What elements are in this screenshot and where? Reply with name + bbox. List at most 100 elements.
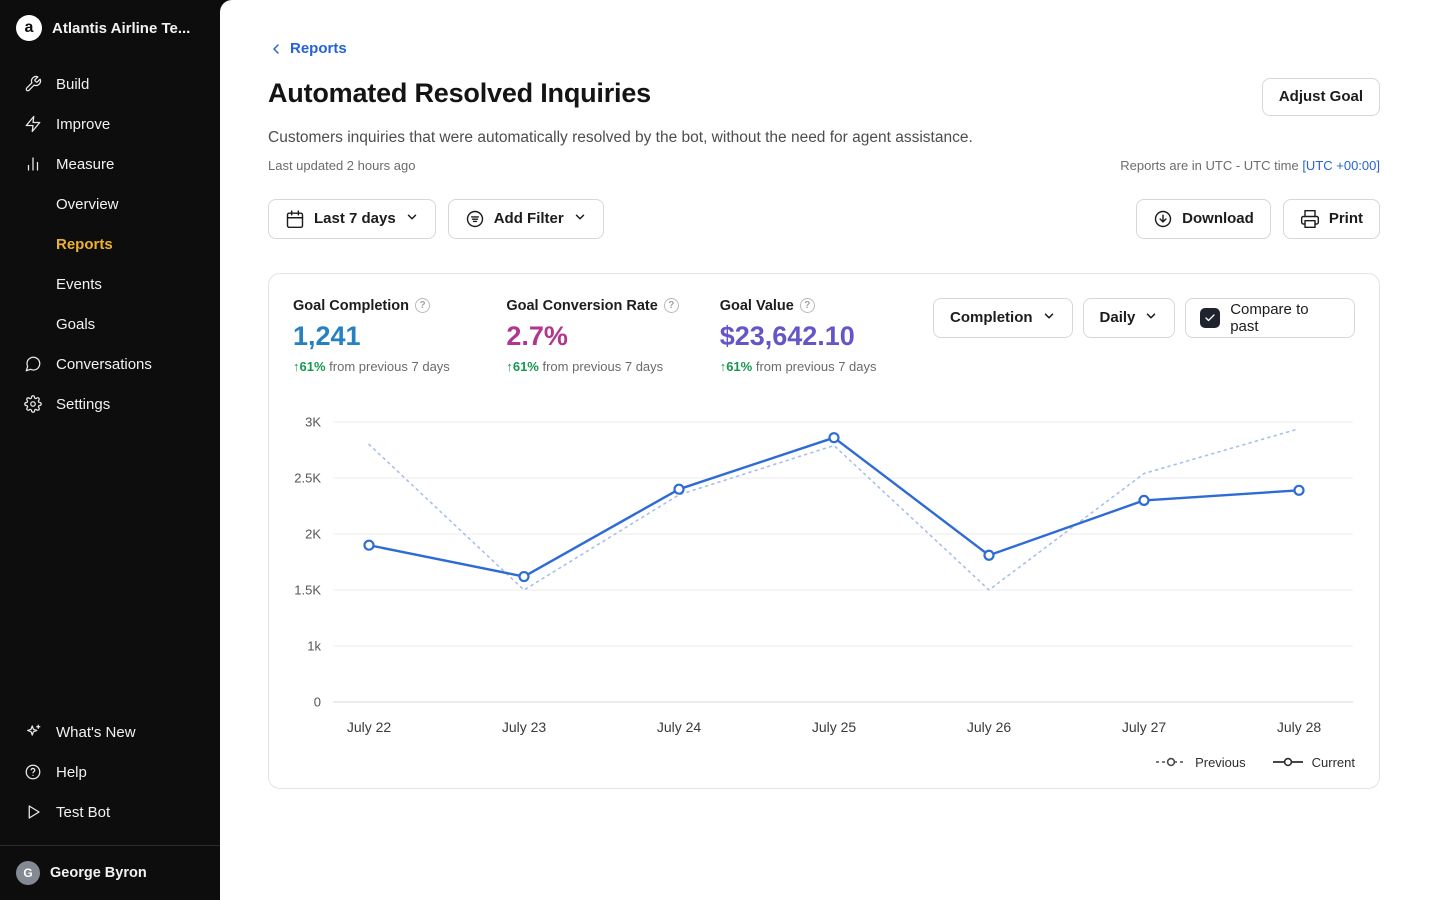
user-name: George Byron [50, 865, 147, 881]
sidebar-item-label: Goals [56, 316, 95, 333]
sidebar-item-overview[interactable]: Overview [0, 184, 220, 224]
chevron-down-icon [1144, 309, 1158, 327]
print-label: Print [1329, 210, 1363, 227]
sidebar-item-measure[interactable]: Measure [0, 144, 220, 184]
sidebar-item-settings[interactable]: Settings [0, 384, 220, 424]
print-button[interactable]: Print [1283, 199, 1380, 239]
timezone-note: Reports are in UTC - UTC time [UTC +00:0… [1120, 158, 1380, 173]
sidebar-item-whats-new[interactable]: What's New [0, 712, 220, 752]
svg-text:0: 0 [314, 694, 321, 709]
sidebar-item-help[interactable]: Help [0, 752, 220, 792]
download-button[interactable]: Download [1136, 199, 1271, 239]
wrench-icon [24, 75, 42, 93]
back-link-label: Reports [290, 40, 347, 57]
svg-text:July 27: July 27 [1122, 719, 1167, 735]
info-icon[interactable]: ? [415, 298, 430, 313]
lightning-icon [24, 115, 42, 133]
page-description: Customers inquiries that were automatica… [268, 129, 1380, 147]
sidebar-item-label: Conversations [56, 356, 152, 373]
svg-text:2K: 2K [305, 526, 321, 541]
sidebar-item-label: Measure [56, 156, 114, 173]
legend-current: Current [1272, 755, 1355, 770]
sidebar-item-improve[interactable]: Improve [0, 104, 220, 144]
metric-goal-conversion-rate: Goal Conversion Rate ? 2.7% ↑61% from pr… [506, 298, 719, 374]
metric-select-label: Completion [950, 309, 1033, 326]
compare-label: Compare to past [1230, 301, 1340, 335]
filter-icon [465, 209, 485, 229]
svg-text:July 23: July 23 [502, 719, 547, 735]
sidebar-item-label: Test Bot [56, 804, 110, 821]
metric-value: $23,642.10 [720, 321, 933, 352]
sidebar-item-build[interactable]: Build [0, 64, 220, 104]
timezone-note-text: Reports are in UTC - UTC time [1120, 158, 1298, 173]
sparkles-icon [24, 723, 42, 741]
sidebar-nav: Build Improve Measure Overview Reports E… [0, 64, 220, 424]
sidebar-item-label: Events [56, 276, 102, 293]
sidebar-item-label: Build [56, 76, 89, 93]
chevron-down-icon [573, 210, 587, 228]
sidebar-item-events[interactable]: Events [0, 264, 220, 304]
checkbox-checked-icon [1200, 308, 1220, 328]
change-percent: 61% [513, 359, 539, 374]
add-filter-dropdown[interactable]: Add Filter [448, 199, 604, 239]
line-chart: 01k1.5K2K2.5K3KJuly 22July 23July 24July… [293, 410, 1355, 747]
svg-text:July 26: July 26 [967, 719, 1012, 735]
adjust-goal-button[interactable]: Adjust Goal [1262, 78, 1380, 116]
sidebar-item-conversations[interactable]: Conversations [0, 344, 220, 384]
workspace-name: Atlantis Airline Te... [52, 20, 190, 37]
legend-previous-label: Previous [1195, 755, 1246, 770]
metric-change: ↑61% from previous 7 days [720, 359, 933, 374]
interval-select-dropdown[interactable]: Daily [1083, 298, 1176, 338]
help-circle-icon [24, 763, 42, 781]
metric-value: 1,241 [293, 321, 506, 352]
compare-to-past-toggle[interactable]: Compare to past [1185, 298, 1355, 338]
sidebar-item-label: Improve [56, 116, 110, 133]
change-percent: 61% [726, 359, 752, 374]
workspace-header[interactable]: a Atlantis Airline Te... [0, 0, 220, 56]
change-percent: 61% [300, 359, 326, 374]
metric-select-dropdown[interactable]: Completion [933, 298, 1073, 338]
solid-line-marker-icon [1272, 756, 1304, 768]
download-label: Download [1182, 210, 1254, 227]
svg-text:2.5K: 2.5K [294, 470, 321, 485]
sidebar-item-label: Settings [56, 396, 110, 413]
legend-previous: Previous [1155, 755, 1246, 770]
sidebar-item-label: What's New [56, 724, 136, 741]
chart-legend: Previous Current [293, 755, 1355, 770]
calendar-icon [285, 209, 305, 229]
last-updated-text: Last updated 2 hours ago [268, 158, 415, 173]
metric-change: ↑61% from previous 7 days [293, 359, 506, 374]
bar-chart-icon [24, 155, 42, 173]
svg-text:1.5K: 1.5K [294, 582, 321, 597]
report-card: Goal Completion ? 1,241 ↑61% from previo… [268, 273, 1380, 789]
dashed-line-marker-icon [1155, 756, 1187, 768]
gear-icon [24, 395, 42, 413]
user-menu[interactable]: G George Byron [0, 845, 220, 900]
date-range-dropdown[interactable]: Last 7 days [268, 199, 436, 239]
date-range-label: Last 7 days [314, 210, 396, 227]
sidebar-item-reports[interactable]: Reports [0, 224, 220, 264]
sidebar-item-goals[interactable]: Goals [0, 304, 220, 344]
avatar: G [16, 861, 40, 885]
sidebar-item-label: Help [56, 764, 87, 781]
legend-current-label: Current [1312, 755, 1355, 770]
sidebar-item-test-bot[interactable]: Test Bot [0, 792, 220, 832]
svg-text:July 22: July 22 [347, 719, 392, 735]
add-filter-label: Add Filter [494, 210, 564, 227]
sidebar: a Atlantis Airline Te... Build Improve M… [0, 0, 220, 900]
back-to-reports-link[interactable]: Reports [268, 40, 347, 57]
metric-label: Goal Completion [293, 298, 409, 314]
page-title: Automated Resolved Inquiries [268, 78, 651, 109]
main-content: Reports Automated Resolved Inquiries Adj… [220, 0, 1440, 900]
svg-text:3K: 3K [305, 414, 321, 429]
chart-canvas: 01k1.5K2K2.5K3KJuly 22July 23July 24July… [293, 410, 1357, 742]
interval-select-label: Daily [1100, 309, 1136, 326]
app-logo: a [16, 15, 42, 41]
info-icon[interactable]: ? [664, 298, 679, 313]
metric-goal-completion: Goal Completion ? 1,241 ↑61% from previo… [293, 298, 506, 374]
download-icon [1153, 209, 1173, 229]
chevron-down-icon [405, 210, 419, 228]
info-icon[interactable]: ? [800, 298, 815, 313]
timezone-link[interactable]: [UTC +00:00] [1302, 158, 1380, 173]
sidebar-item-label: Reports [56, 236, 113, 253]
